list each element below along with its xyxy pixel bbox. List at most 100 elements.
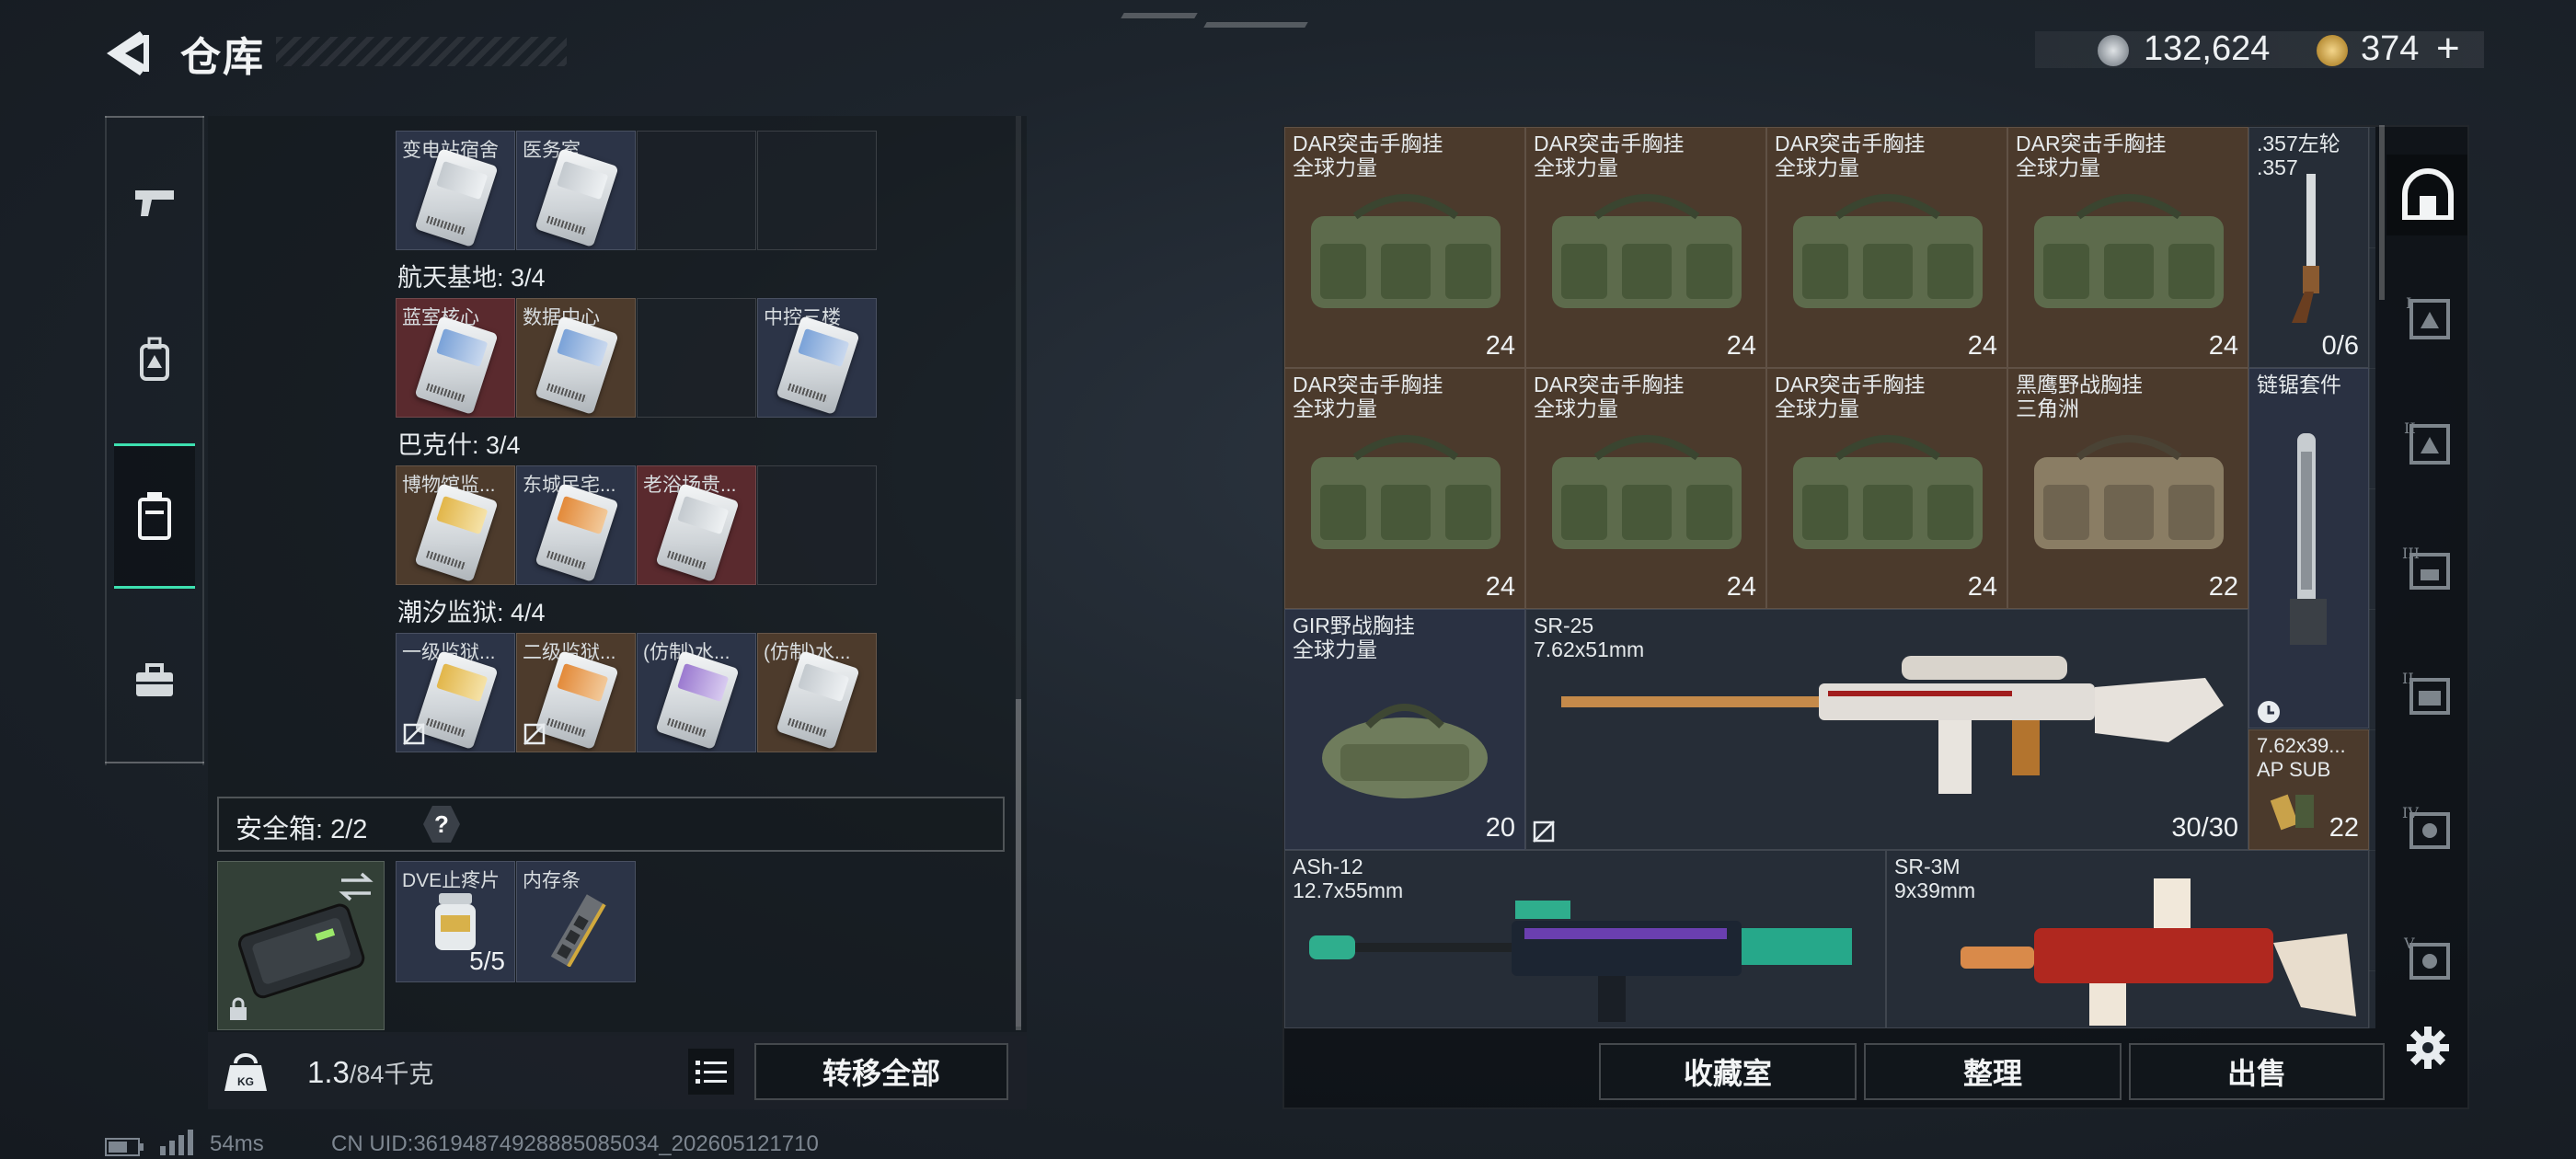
stash-tab-icon: IV [2402, 804, 2450, 849]
item-name: DAR突击手胸挂 [1534, 132, 1685, 155]
no-trade-icon [523, 723, 546, 745]
stash-item-sr3m[interactable]: SR-3M 9x39mm [1886, 850, 2369, 1028]
stash-scrollbar[interactable] [2379, 125, 2385, 300]
duffel-bag-image [1793, 194, 1983, 308]
item-brand: 全球力量 [1293, 637, 1377, 661]
weight-readout: 1.3/84千克 [307, 1054, 433, 1090]
keycard-slot[interactable]: (仿制)水... [757, 633, 877, 752]
nav-equipment[interactable] [114, 318, 195, 401]
nav-stash-home[interactable] [2396, 162, 2460, 226]
nav-stash-tab-1[interactable]: I [2396, 285, 2460, 350]
keycard-image [535, 483, 619, 582]
keycard-slot[interactable]: 蓝室核心 [396, 298, 515, 418]
stash-tab-icon: V [2403, 935, 2450, 980]
keycard-slot[interactable]: 医务室 [516, 131, 636, 250]
keycard-image [655, 650, 740, 750]
empty-slot[interactable] [757, 131, 877, 250]
stash-item-chest-rig[interactable]: DAR突击手胸挂 全球力量 24 [1525, 127, 1766, 368]
empty-slot[interactable] [637, 298, 756, 418]
duffel-bag-image [2034, 435, 2224, 549]
weight-current: 1.3 [307, 1055, 350, 1089]
nav-items[interactable] [114, 640, 195, 723]
stash-item-ash12[interactable]: ASh-12 12.7x55mm [1284, 850, 1886, 1028]
item-name: DAR突击手胸挂 [2016, 132, 2167, 155]
nav-stash-tab-6[interactable]: V [2396, 925, 2460, 990]
stash-item-chest-rig[interactable]: DAR突击手胸挂 全球力量 24 [2007, 127, 2248, 368]
ammo-image [2270, 794, 2314, 831]
stash-item-chest-rig[interactable]: DAR突击手胸挂 全球力量 24 [1525, 368, 1766, 609]
stash-item-revolver[interactable]: .357左轮 .357 0/6 [2248, 127, 2369, 368]
item-count: 24 [1967, 572, 1997, 602]
svg-text:II: II [2404, 419, 2416, 437]
keycard-image [776, 650, 860, 750]
stash-item-chest-rig[interactable]: DAR突击手胸挂 全球力量 24 [1284, 127, 1525, 368]
backpack-icon [140, 337, 169, 381]
settings-button[interactable] [2396, 1016, 2460, 1080]
transfer-all-button[interactable]: 转移全部 [754, 1043, 1008, 1100]
empty-slot[interactable] [637, 131, 756, 250]
duffel-bag-image [2034, 194, 2224, 308]
keycard-slot[interactable]: 东城民宅... [516, 465, 636, 585]
sell-button[interactable]: 出售 [2129, 1043, 2385, 1100]
decor-stripe [1203, 22, 1308, 28]
item-name: DAR突击手胸挂 [1775, 132, 1926, 155]
nav-stash-tab-4[interactable]: II [2396, 660, 2460, 725]
collection-room-button[interactable]: 收藏室 [1599, 1043, 1857, 1100]
item-count: 24 [1726, 572, 1756, 602]
item-count: 24 [1726, 331, 1756, 361]
stash-item-chainsaw-kit[interactable]: 链锯套件 [2248, 368, 2369, 729]
nav-stash-tab-3[interactable]: III [2396, 535, 2460, 600]
item-name: 黑鹰野战胸挂 [2016, 373, 2143, 396]
nav-stash-tab-2[interactable]: II [2396, 410, 2460, 475]
memory-stick-image [550, 894, 606, 967]
gun-icon [135, 190, 174, 216]
keycard-slot[interactable]: 博物馆监... [396, 465, 515, 585]
list-view-button[interactable] [688, 1049, 734, 1095]
nav-weapons[interactable] [114, 162, 195, 245]
item-name: DAR突击手胸挂 [1534, 373, 1685, 396]
item-brand: 全球力量 [1775, 155, 1859, 179]
keycard-image [414, 650, 499, 750]
keycard-slot[interactable]: 中控三楼 [757, 298, 877, 418]
rifle-image [1309, 901, 1852, 1022]
keycard-slot[interactable]: 二级监狱... [516, 633, 636, 752]
stash-item-gir-rig[interactable]: GIR野战胸挂 全球力量 20 [1284, 609, 1525, 850]
nav-stash-tab-5[interactable]: IV [2396, 795, 2460, 859]
stash-item-chest-rig[interactable]: DAR突击手胸挂 全球力量 24 [1766, 368, 2007, 609]
keycard-slot[interactable]: 老浴场贵... [637, 465, 756, 585]
keycard-image [414, 483, 499, 582]
timer-icon [2258, 701, 2280, 723]
keycard-slot[interactable]: 变电站宿舍 [396, 131, 515, 250]
add-currency-button[interactable]: + [2436, 26, 2460, 72]
safebox-container[interactable] [217, 861, 385, 1030]
stash-item-chest-rig[interactable]: DAR突击手胸挂 全球力量 24 [1766, 127, 2007, 368]
no-trade-icon [403, 723, 425, 745]
keycard-slot[interactable]: 数据中心 [516, 298, 636, 418]
stash-item-sr25[interactable]: SR-25 7.62x51mm 30/30 [1525, 609, 2248, 850]
ping-readout: 54ms [210, 1131, 264, 1156]
rifle-image [1561, 656, 2224, 794]
back-arrow-icon[interactable] [103, 28, 158, 79]
scrollbar-thumb[interactable] [1016, 699, 1021, 1030]
decor-stripe [1121, 13, 1198, 18]
swap-icon[interactable] [338, 871, 374, 902]
item-count: 22 [2329, 813, 2359, 843]
toolbox-icon [136, 663, 173, 696]
empty-slot[interactable] [757, 465, 877, 585]
no-trade-icon [1533, 820, 1555, 843]
stash-item-chest-rig[interactable]: 黑鹰野战胸挂 三角洲 22 [2007, 368, 2248, 609]
stash-item-ammo[interactable]: 7.62x39... AP SUB 22 [2248, 729, 2369, 850]
duffel-bag-image [1311, 194, 1501, 308]
safebox-item-ram[interactable]: 内存条 [516, 861, 636, 982]
item-count: 24 [2208, 331, 2238, 361]
keycard-slot[interactable]: 一级监狱... [396, 633, 515, 752]
item-brand: 全球力量 [1293, 396, 1377, 420]
nav-containers[interactable] [114, 443, 195, 589]
keycard-slot[interactable]: (仿制)水... [637, 633, 756, 752]
stash-item-chest-rig[interactable]: DAR突击手胸挂 全球力量 24 [1284, 368, 1525, 609]
organize-button[interactable]: 整理 [1864, 1043, 2122, 1100]
safebox-item-painkiller[interactable]: DVE止疼片 5/5 [396, 861, 515, 982]
item-name: ASh-12 [1293, 855, 1363, 878]
item-brand: 全球力量 [1534, 155, 1618, 179]
svg-text:II: II [2402, 670, 2414, 687]
